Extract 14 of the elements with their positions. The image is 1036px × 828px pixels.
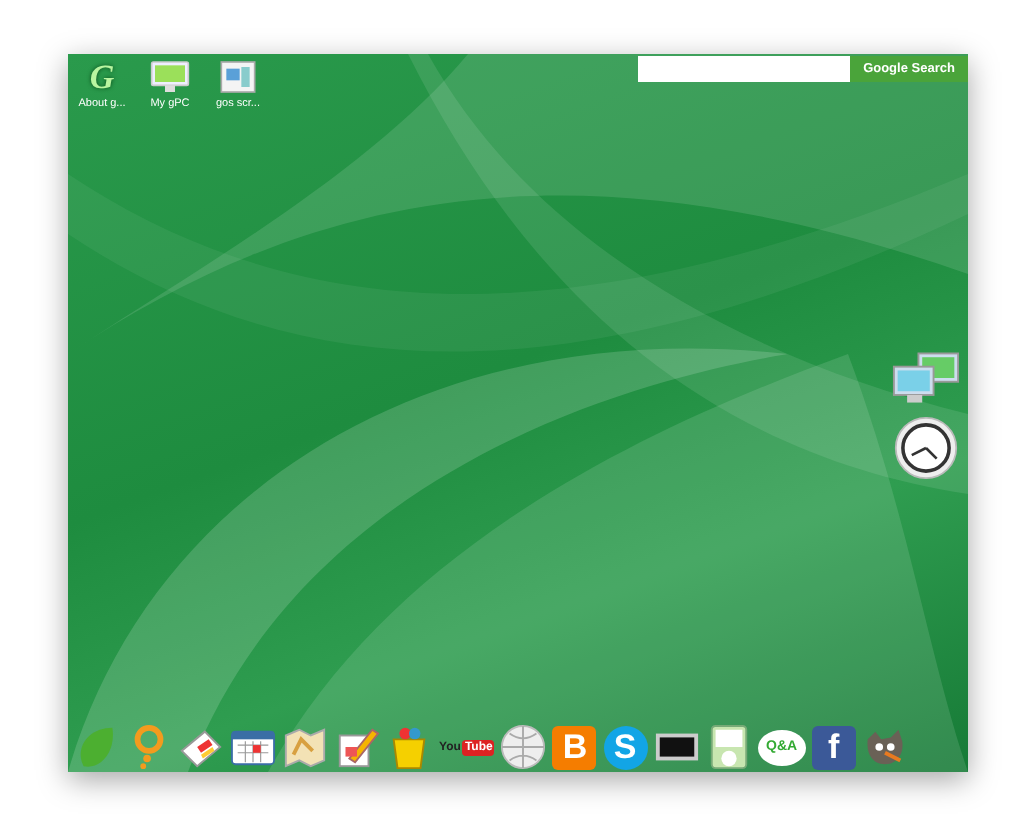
app-logo-icon[interactable]: B (552, 725, 597, 769)
screenshot-icon[interactable] (218, 60, 258, 94)
network-computers-icon[interactable] (892, 350, 960, 406)
animal-mascot-icon[interactable] (861, 724, 908, 770)
app-logo-icon[interactable]: S (603, 725, 648, 769)
monitor-icon[interactable] (150, 60, 190, 94)
pencil-paper-icon[interactable] (334, 724, 381, 770)
search-field[interactable] (638, 56, 850, 82)
media-player-icon[interactable] (705, 724, 752, 770)
globe-icon[interactable] (500, 724, 547, 770)
clock-icon[interactable] (894, 416, 958, 480)
map-icon[interactable] (282, 724, 329, 770)
g-logo-icon[interactable]: G (89, 60, 115, 94)
app-logo-icon[interactable]: f (811, 725, 856, 769)
